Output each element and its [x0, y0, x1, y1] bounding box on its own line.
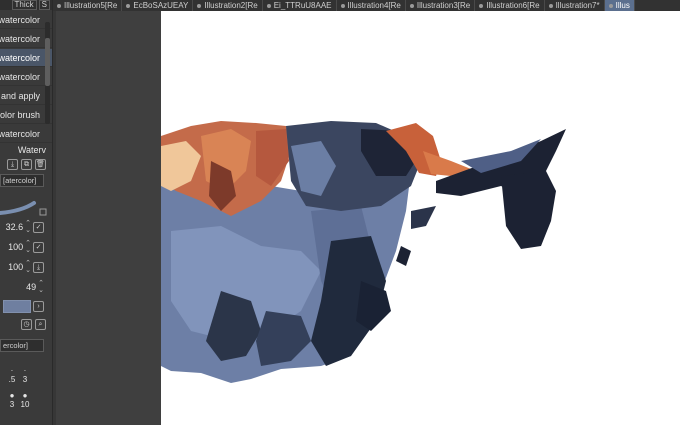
brush-size-cell[interactable]: · .5	[6, 366, 18, 390]
sub-tool-header: Thick S	[0, 0, 52, 10]
mountain-painting	[161, 121, 566, 383]
canvas-background-area	[53, 10, 161, 425]
tab-bullet-icon	[409, 3, 414, 8]
pressure-icon[interactable]: ✓	[33, 241, 44, 253]
size-value: 3	[22, 375, 28, 384]
property-value-row: 100 ⌃ ⌄ ✓	[0, 237, 52, 257]
brush-size-tag: ercolor]	[0, 339, 44, 352]
brush-size-cell[interactable]: · 3	[19, 366, 31, 390]
property-value-row: 49 ⌃ ⌄	[0, 277, 52, 297]
tab-label: Illustration6[Re	[486, 1, 540, 10]
tab-label: EcBoSAzUEAY	[133, 1, 189, 10]
tab-label: Ei_TTRuU8AAE	[273, 1, 332, 10]
pressure-icon[interactable]: ⤓	[33, 261, 44, 273]
property-values: 32.6 ⌃ ⌄ ✓ 100 ⌃ ⌄ ✓ 100 ⌃ ⌄ ⤓ 49 ⌃ ⌄	[0, 217, 52, 297]
stepper-icon[interactable]: ⌃ ⌄	[25, 220, 31, 234]
document-tab[interactable]: Illustration5[Re	[53, 0, 123, 11]
size-value: 3	[9, 400, 15, 409]
tool-footer-icons: ◷ ⌕	[0, 317, 52, 331]
size-value: .5	[8, 375, 16, 384]
tab-bullet-icon	[126, 3, 131, 8]
property-value[interactable]: 100	[8, 242, 23, 252]
scrollbar-thumb[interactable]	[45, 38, 50, 86]
property-value[interactable]: 49	[26, 282, 36, 292]
document-tab[interactable]: Ei_TTRuU8AAE	[263, 0, 337, 11]
document-tab[interactable]: Illustration4[Re	[337, 0, 406, 11]
tab-bullet-icon	[340, 3, 345, 8]
tab-bullet-icon	[548, 3, 553, 8]
brush-list-scrollbar[interactable]	[45, 22, 50, 124]
size-dot: ●	[22, 391, 28, 400]
size-value: 10	[20, 400, 30, 409]
property-value[interactable]: 32.6	[6, 222, 24, 232]
download-icon[interactable]: ⤓	[7, 158, 18, 170]
s-tab[interactable]: S	[38, 0, 50, 10]
sub-tool-actions: ⤓ ⧉ 🗑	[0, 157, 52, 171]
brush-size-cell[interactable]: ● 10	[19, 391, 31, 415]
search-icon[interactable]: ⌕	[35, 318, 46, 330]
stepper-icon[interactable]: ⌃ ⌄	[25, 240, 31, 254]
size-dot: ●	[9, 391, 15, 400]
document-tab[interactable]: Illus	[604, 0, 635, 11]
document-tab[interactable]: Illustration3[Re	[406, 0, 476, 11]
document-tabs: Illustration5[Re EcBoSAzUEAY Illustration2…	[53, 0, 680, 11]
thick-tab[interactable]: Thick	[11, 0, 37, 10]
pressure-icon[interactable]: ✓	[33, 221, 44, 233]
stepper-icon[interactable]: ⌃ ⌄	[25, 260, 31, 274]
tab-label: Illustration5[Re	[64, 1, 118, 10]
drawing-canvas[interactable]	[161, 11, 680, 425]
tab-bullet-icon	[266, 3, 271, 8]
stroke-preview-graphic	[0, 201, 47, 216]
size-dot: ·	[23, 366, 27, 375]
sub-tool-name: Waterv	[17, 145, 46, 155]
tab-bullet-icon	[197, 3, 202, 8]
lock-icon	[39, 208, 47, 216]
document-tab[interactable]: Illustration7*	[545, 0, 605, 11]
clock-icon[interactable]: ◷	[21, 318, 32, 330]
brush-size-cell[interactable]	[32, 366, 44, 390]
document-tab[interactable]: Illustration2[Re	[193, 0, 263, 11]
color-swatch[interactable]	[3, 300, 31, 313]
size-dot: ·	[10, 366, 14, 375]
tab-label: Illustration3[Re	[416, 1, 471, 10]
stepper-icon[interactable]: ⌃ ⌄	[38, 280, 44, 294]
color-row: ›	[0, 300, 52, 313]
tab-bullet-icon	[57, 3, 61, 8]
copy-icon[interactable]: ⧉	[21, 158, 32, 170]
stroke-preview	[0, 191, 52, 217]
brush-item[interactable]: watercolor	[0, 125, 52, 143]
tab-bullet-icon	[479, 3, 484, 8]
tab-label: Illus	[615, 1, 630, 10]
tab-label: Illustration7*	[555, 1, 600, 10]
brush-size-grid: · .5 · 3 ● 3 ● 10	[0, 366, 52, 415]
brush-size-cell[interactable]: ● 3	[6, 391, 18, 415]
property-value[interactable]: 100	[8, 262, 23, 272]
tab-label: Illustration2[Re	[204, 1, 258, 10]
document-tab[interactable]: EcBoSAzUEAY	[122, 0, 194, 11]
property-value-row: 100 ⌃ ⌄ ⤓	[0, 257, 52, 277]
property-value-row: 32.6 ⌃ ⌄ ✓	[0, 217, 52, 237]
chevron-right-icon[interactable]: ›	[33, 301, 44, 312]
document-tab[interactable]: Illustration6[Re	[475, 0, 545, 11]
tool-property-tag: [atercolor]	[0, 174, 44, 187]
sub-tool-panel: Thick S watercolor watercolor watercolor wa…	[0, 0, 53, 425]
brush-size-cell[interactable]	[32, 391, 44, 415]
tab-label: Illustration4[Re	[347, 1, 401, 10]
delete-icon[interactable]: 🗑	[35, 158, 46, 170]
tab-bullet-icon	[608, 3, 613, 8]
